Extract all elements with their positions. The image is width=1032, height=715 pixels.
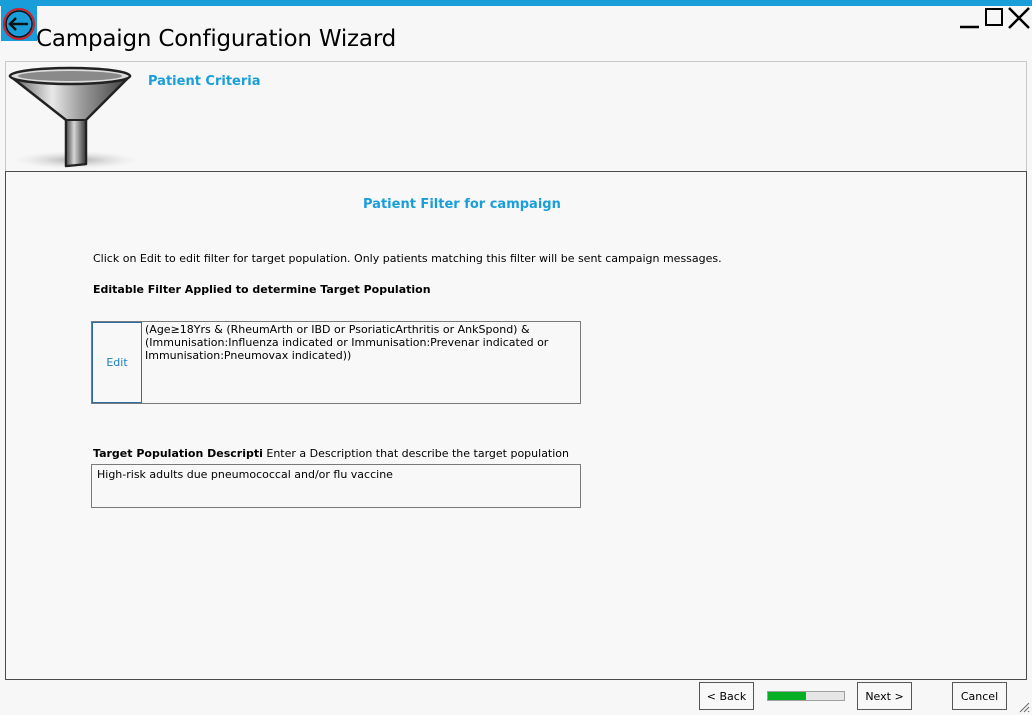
back-navigation-button[interactable] [1, 5, 37, 41]
edit-filter-button[interactable]: Edit [92, 322, 142, 403]
description-label-row: Target Population Descripti Enter a Desc… [93, 447, 569, 460]
progress-bar [767, 691, 845, 701]
section-title: Patient Criteria [148, 74, 261, 89]
filter-expression: (Age≥18Yrs & (RheumArth or IBD or Psoria… [145, 323, 549, 362]
description-input[interactable]: High-risk adults due pneumococcal and/or… [91, 464, 581, 508]
window-title: Campaign Configuration Wizard [36, 26, 397, 52]
maximize-button[interactable] [984, 6, 1006, 34]
back-button[interactable]: < Back [699, 682, 754, 710]
funnel-icon [8, 66, 136, 169]
cancel-button-label: Cancel [960, 689, 999, 703]
description-label: Target Population Descripti [93, 447, 263, 460]
maximize-icon [985, 8, 1003, 26]
panel-heading: Patient Filter for campaign [363, 197, 561, 212]
minimize-icon [960, 25, 979, 29]
cancel-button[interactable]: Cancel [952, 682, 1007, 710]
title-bar-accent [0, 0, 1032, 6]
back-arrow-icon [3, 8, 35, 40]
progress-fill [768, 692, 806, 700]
close-button[interactable] [1007, 6, 1031, 34]
minimize-button[interactable] [958, 6, 980, 34]
resize-grip-icon[interactable] [1018, 701, 1030, 713]
back-button-label: < Back [706, 689, 747, 703]
content-panel: Patient Filter for campaign Click on Edi… [5, 171, 1027, 680]
filter-box: Edit (Age≥18Yrs & (RheumArth or IBD or P… [91, 321, 581, 404]
close-icon [1008, 7, 1030, 29]
instruction-text: Click on Edit to edit filter for target … [93, 252, 722, 265]
next-button-label: Next > [865, 689, 904, 703]
description-hint: Enter a Description that describe the ta… [262, 447, 570, 460]
filter-label: Editable Filter Applied to determine Tar… [93, 283, 431, 296]
wizard-header: Patient Criteria [5, 61, 1027, 171]
wizard-footer: < Back Next > Cancel [0, 680, 1032, 715]
next-button[interactable]: Next > [857, 682, 912, 710]
